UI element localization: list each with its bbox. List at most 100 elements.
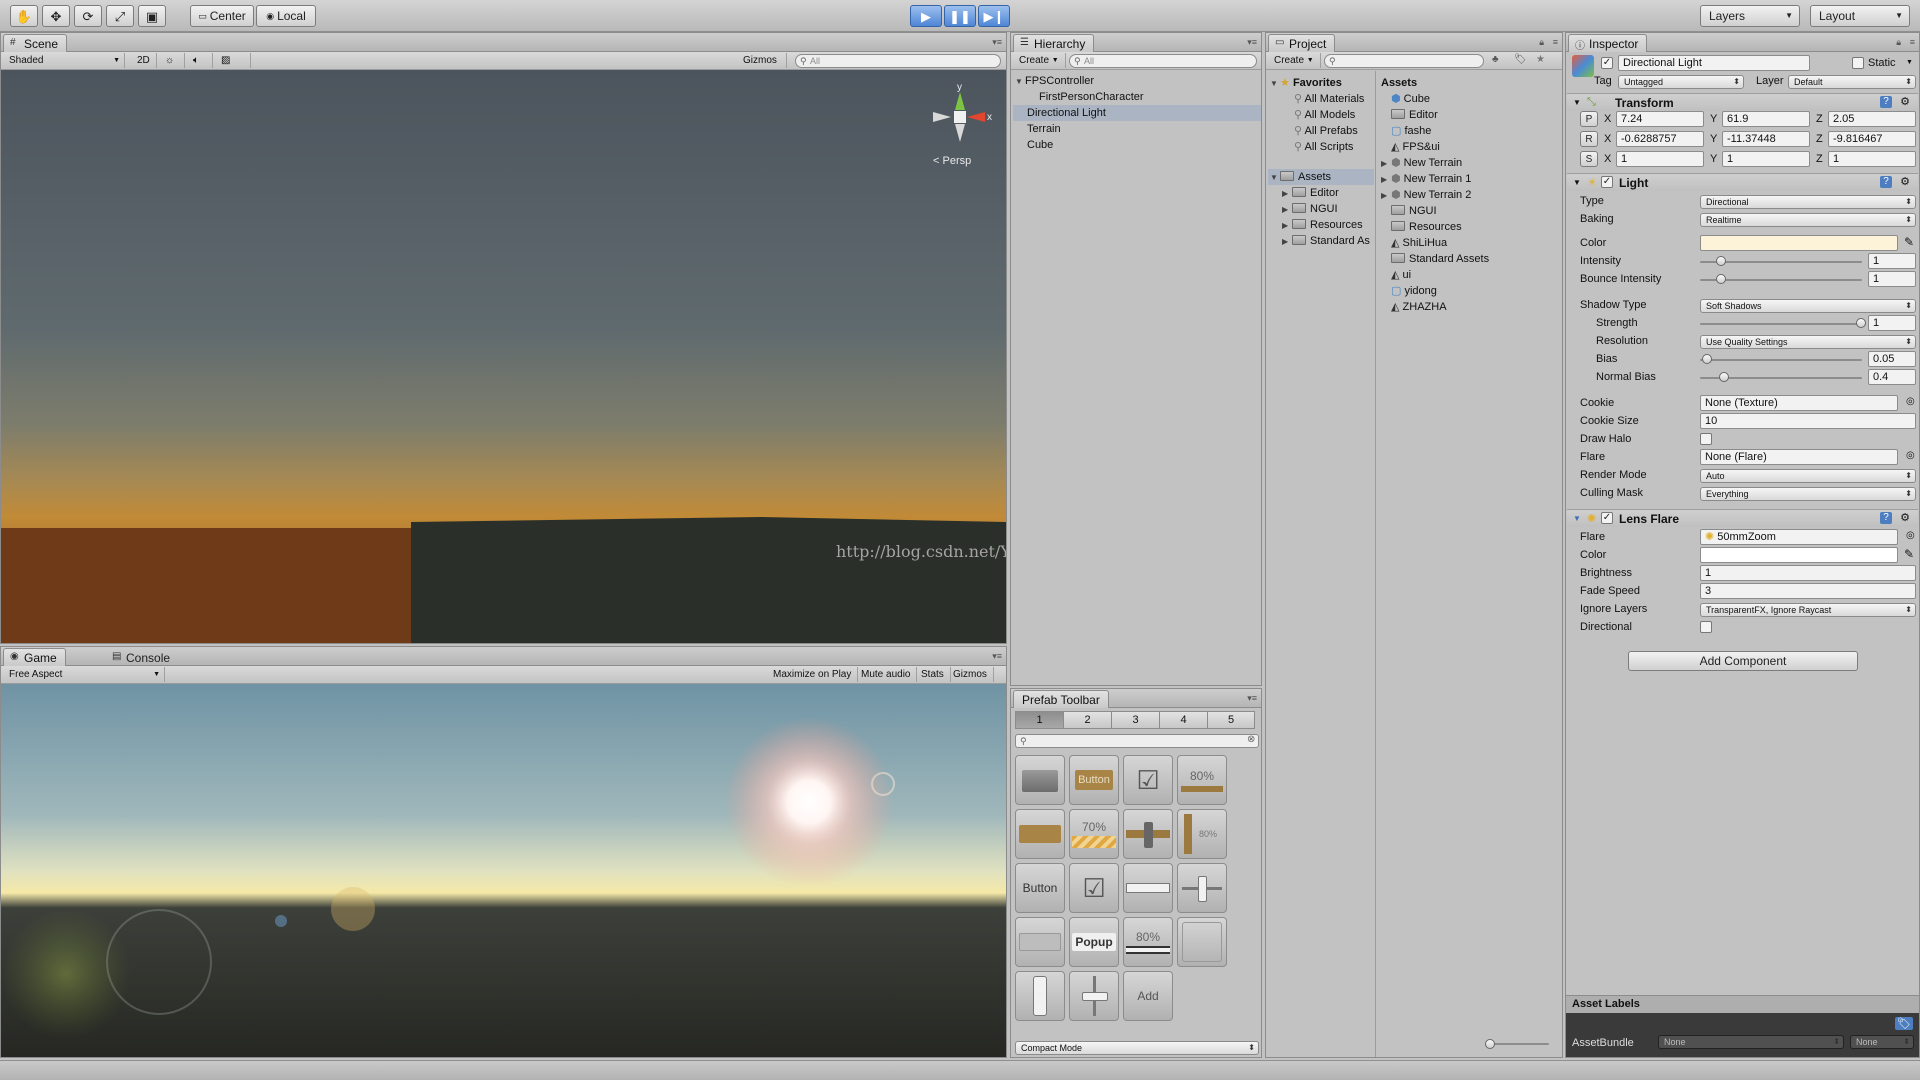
lens-flare-color-field[interactable] — [1700, 547, 1898, 563]
prefab-progress-80[interactable]: 80% — [1177, 755, 1227, 805]
hierarchy-item[interactable]: FirstPersonCharacter — [1039, 89, 1261, 105]
prefab-panel[interactable] — [1177, 917, 1227, 967]
bounce-slider-knob[interactable] — [1716, 274, 1726, 284]
pivot-local-button[interactable]: ◉ Local — [256, 5, 316, 27]
layers-dropdown[interactable]: Layers ▼ — [1700, 5, 1800, 27]
type-dropdown[interactable]: Directional — [1700, 195, 1916, 209]
scale-reset-button[interactable]: S — [1580, 151, 1598, 167]
asset-labels-header[interactable]: Asset Labels — [1566, 995, 1919, 1013]
shadow-type-dropdown[interactable]: Soft Shadows — [1700, 299, 1916, 313]
active-checkbox[interactable]: ✓ — [1601, 57, 1613, 69]
icon-size-slider-knob[interactable] — [1485, 1039, 1495, 1049]
cookie-field[interactable]: None (Texture) — [1700, 395, 1898, 411]
baking-dropdown[interactable]: Realtime — [1700, 213, 1916, 227]
prefab-tab-2[interactable]: 2 — [1063, 711, 1111, 729]
prefab-scrollbar-v[interactable] — [1015, 971, 1065, 1021]
scene-gizmo[interactable]: y x — [921, 82, 992, 152]
rotation-y-field[interactable]: -11.37448 — [1722, 131, 1810, 147]
object-picker-icon[interactable]: ◎ — [1906, 530, 1915, 541]
prefab-search-input[interactable] — [1015, 734, 1259, 748]
panel-menu-icon[interactable]: ≡ — [1910, 37, 1915, 47]
directional-checkbox[interactable] — [1700, 621, 1712, 633]
aspect-dropdown[interactable]: Free Aspect ▼ — [3, 667, 165, 682]
rotation-reset-button[interactable]: R — [1580, 131, 1598, 147]
hierarchy-item-selected[interactable]: Directional Light — [1013, 105, 1261, 121]
compact-mode-dropdown[interactable]: Compact Mode — [1015, 1041, 1259, 1055]
project-create-button[interactable]: Create ▼ — [1268, 53, 1321, 68]
asset-item[interactable]: Editor — [1381, 107, 1438, 123]
rotate-tool-button[interactable]: ⟳ — [74, 5, 102, 27]
bounce-field[interactable]: 1 — [1868, 271, 1916, 287]
asset-item[interactable]: ▢ yidong — [1381, 283, 1437, 299]
move-tool-button[interactable]: ✥ — [42, 5, 70, 27]
object-picker-icon[interactable]: ◎ — [1906, 450, 1915, 461]
asset-item[interactable]: ◭ FPS&ui — [1381, 139, 1440, 155]
prefab-input-brown[interactable] — [1015, 809, 1065, 859]
hand-tool-button[interactable]: ✋ — [10, 5, 38, 27]
transform-header[interactable]: ▼ ⤡ Transform ? ⚙ — [1567, 93, 1918, 111]
gear-icon[interactable]: ⚙ — [1900, 511, 1910, 524]
assets-root-item[interactable]: ▼ Assets — [1268, 169, 1374, 185]
panel-menu-icon[interactable]: ▾≡ — [992, 37, 1002, 48]
brightness-field[interactable]: 1 — [1700, 565, 1916, 581]
position-z-field[interactable]: 2.05 — [1828, 111, 1916, 127]
tab-hierarchy[interactable]: ☰ Hierarchy — [1013, 34, 1095, 52]
asset-item[interactable]: ▶ ⬢ New Terrain 1 — [1381, 171, 1471, 187]
normal-bias-slider-knob[interactable] — [1719, 372, 1729, 382]
prefab-progress-80-grey[interactable]: 80% — [1123, 917, 1173, 967]
favorites-header[interactable]: ▼ ★ Favorites — [1270, 75, 1342, 91]
asset-bundle-variant-dropdown[interactable]: None — [1850, 1035, 1914, 1049]
scene-search-input[interactable]: All — [795, 54, 1001, 68]
prefab-button-brown[interactable]: Button — [1069, 755, 1119, 805]
tag-dropdown[interactable]: Untagged — [1618, 75, 1744, 89]
pivot-center-button[interactable]: ▭ Center — [190, 5, 254, 27]
strength-slider[interactable] — [1700, 323, 1862, 325]
intensity-slider-knob[interactable] — [1716, 256, 1726, 266]
tab-inspector[interactable]: ⓘ Inspector — [1568, 34, 1648, 52]
rect-tool-button[interactable]: ▣ — [138, 5, 166, 27]
tree-folder-item[interactable]: ▶ Editor — [1282, 185, 1339, 201]
lock-icon[interactable]: 🔒︎ — [1539, 37, 1544, 48]
clear-search-icon[interactable]: ⊗ — [1247, 734, 1255, 745]
lens-flare-header[interactable]: ▼ ✺ ✓ Lens Flare ? ⚙ — [1567, 509, 1918, 527]
prefab-slider-grey-knob[interactable] — [1177, 863, 1227, 913]
panel-menu-icon[interactable]: ▾≡ — [1247, 693, 1257, 704]
draw-halo-checkbox[interactable] — [1700, 433, 1712, 445]
asset-item[interactable]: NGUI — [1381, 203, 1437, 219]
scale-y-field[interactable]: 1 — [1722, 151, 1810, 167]
effects-dropdown[interactable]: ▨ — [215, 53, 251, 68]
lens-flare-asset-field[interactable]: ✺ 50mmZoom — [1700, 529, 1898, 545]
lens-flare-enabled-checkbox[interactable]: ✓ — [1601, 512, 1613, 524]
asset-item[interactable]: Standard Assets — [1381, 251, 1489, 267]
static-checkbox[interactable] — [1852, 57, 1864, 69]
bias-field[interactable]: 0.05 — [1868, 351, 1916, 367]
hierarchy-create-button[interactable]: Create ▼ — [1013, 53, 1066, 68]
prefab-tab-3[interactable]: 3 — [1111, 711, 1159, 729]
position-x-field[interactable]: 7.24 — [1616, 111, 1704, 127]
asset-item[interactable]: ◭ ZHAZHA — [1381, 299, 1447, 315]
light-header[interactable]: ▼ ☀ ✓ Light ? ⚙ — [1567, 173, 1918, 191]
tab-project[interactable]: ▭ Project — [1268, 34, 1336, 52]
asset-item[interactable]: ▢ fashe — [1381, 123, 1431, 139]
cookie-size-field[interactable]: 10 — [1700, 413, 1916, 429]
asset-item[interactable]: Resources — [1381, 219, 1462, 235]
bias-slider-knob[interactable] — [1702, 354, 1712, 364]
light-enabled-checkbox[interactable]: ✓ — [1601, 176, 1613, 188]
position-reset-button[interactable]: P — [1580, 111, 1598, 127]
game-viewport[interactable] — [1, 684, 1006, 1057]
asset-item[interactable]: ◭ ShiLiHua — [1381, 235, 1447, 251]
prefab-slider-h[interactable] — [1123, 809, 1173, 859]
prefab-sprite[interactable] — [1015, 755, 1065, 805]
lighting-toggle[interactable]: ☼ — [159, 53, 185, 68]
prefab-tab-4[interactable]: 4 — [1159, 711, 1207, 729]
tree-folder-item[interactable]: ▶ Resources — [1282, 217, 1363, 233]
tab-prefab-toolbar[interactable]: Prefab Toolbar — [1013, 690, 1109, 708]
help-icon[interactable]: ? — [1880, 512, 1892, 524]
hierarchy-item[interactable]: Cube — [1027, 137, 1261, 153]
layer-dropdown[interactable]: Default — [1788, 75, 1916, 89]
lock-icon[interactable]: 🔒︎ — [1896, 37, 1901, 48]
gear-icon[interactable]: ⚙ — [1900, 95, 1910, 108]
asset-item[interactable]: ▶ ⬢ New Terrain — [1381, 155, 1462, 171]
tab-scene[interactable]: # Scene — [3, 34, 68, 52]
resolution-dropdown[interactable]: Use Quality Settings — [1700, 335, 1916, 349]
